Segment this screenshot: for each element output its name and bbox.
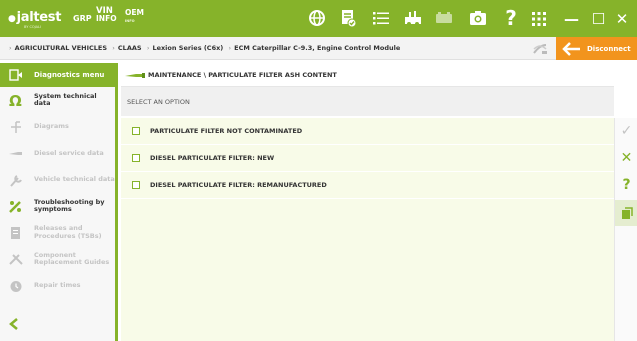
diagnostics-menu-icon [9,69,22,81]
tools-icon [9,254,23,265]
disconnect-label: Disconnect [587,44,631,53]
grp-button[interactable]: GRP [73,14,92,23]
connection-status-icon [533,44,547,54]
option-not-contaminated[interactable]: PARTICULATE FILTER NOT CONTAMINATED [121,118,614,145]
option-checkbox[interactable] [132,154,140,162]
sidebar-item-component-replacement: Component Replacement Guides [0,246,115,273]
option-dpf-new[interactable]: DIESEL PARTICULATE FILTER: NEW [121,145,614,172]
page-title: MAINTENANCE \ PARTICULATE FILTER ASH CON… [121,63,614,87]
camera-icon[interactable] [467,7,489,29]
main-panel: MAINTENANCE \ PARTICULATE FILTER ASH CON… [121,63,614,341]
vin-info-button[interactable]: VIN INFO [96,7,117,23]
chevron-left-icon[interactable] [8,317,20,331]
vehicle-tools-icon[interactable] [402,7,424,29]
grid-icon [532,11,546,26]
option-checkbox[interactable] [132,181,140,189]
close-button[interactable]: ✕ [607,0,637,37]
cancel-button[interactable]: ✕ [615,145,637,171]
disconnect-button[interactable]: Disconnect [556,37,637,60]
option-dpf-remanufactured[interactable]: DIESEL PARTICULATE FILTER: REMANUFACTURE… [121,172,614,199]
breadcrumb-item[interactable]: ECM Caterpillar C-9.3, Engine Control Mo… [234,44,400,52]
breadcrumb-bar: › AGRICULTURAL VEHICLES › CLAAS › Lexion Se… [0,37,637,60]
report-button[interactable] [615,200,637,226]
svg-text:Ω: Ω [9,93,22,108]
document-icon [11,226,20,239]
globe-icon[interactable] [306,7,328,29]
breadcrumb-item[interactable]: Lexion Series (C6x) [152,44,223,52]
injector-icon [125,73,145,78]
grid-menu-button[interactable] [527,6,551,31]
help-button[interactable]: ? [615,172,637,198]
diagram-icon [11,120,21,133]
top-bar: ●jaltest BY COJALI GRP VIN INFO OEM INFO… [0,0,637,37]
list-icon[interactable] [370,7,392,29]
sidebar-header[interactable]: Diagnostics menu [0,63,115,87]
breadcrumb: › AGRICULTURAL VEHICLES › CLAAS › Lexion Se… [9,44,401,52]
options-list: PARTICULATE FILTER NOT CONTAMINATED DIES… [121,118,614,341]
report-icon [621,206,633,219]
battery-icon [433,7,455,29]
sidebar-item-vehicle-technical-data: Vehicle technical data [0,167,115,194]
sidebar-item-diagrams: Diagrams [0,114,115,141]
accept-button: ✓ [620,123,633,139]
sidebar-item-troubleshooting[interactable]: Troubleshooting by symptoms [0,193,115,220]
injector-icon [9,152,22,155]
wrench-icon [10,174,22,187]
jaltest-logo: ●jaltest [8,10,62,25]
breadcrumb-item[interactable]: CLAAS [118,44,142,52]
option-checkbox[interactable] [132,127,140,135]
sidebar-item-tsbs: Releases and Procedures (TSBs) [0,220,115,247]
sidebar: Diagnostics menu Ω System technical data… [0,63,118,341]
oem-info-button[interactable]: OEM INFO [125,8,144,26]
sidebar-item-diesel-service-data: Diesel service data [0,140,115,167]
breadcrumb-item[interactable]: AGRICULTURAL VEHICLES [15,44,107,52]
omega-icon: Ω [9,93,22,108]
sidebar-item-repair-times: Repair times [0,273,115,300]
select-option-label: SELECT AN OPTION [121,87,614,116]
sidebar-item-system-technical-data[interactable]: Ω System technical data [0,87,115,114]
troubleshooting-icon [9,201,21,213]
action-bar: ✓ ✕ ? [614,118,637,341]
arrow-left-icon [562,41,580,56]
clock-icon [10,280,22,292]
document-check-icon[interactable] [337,7,359,29]
logo-subtitle: BY COJALI [24,25,42,29]
help-icon[interactable]: ? [500,6,522,30]
